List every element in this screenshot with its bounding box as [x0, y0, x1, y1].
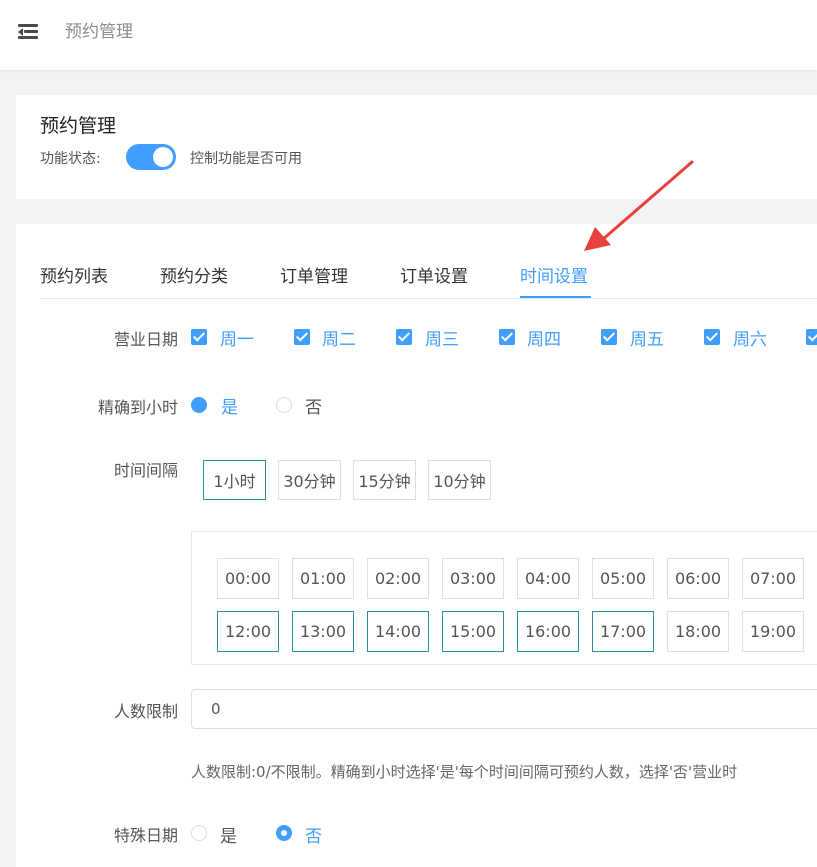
- active-tab-indicator: [520, 296, 591, 298]
- menu-fold-icon[interactable]: [18, 24, 38, 40]
- checkbox-monday-label[interactable]: 周一: [220, 325, 254, 350]
- slot-00-00[interactable]: 00:00: [217, 558, 279, 599]
- interval-1-hour-button[interactable]: 1小时: [203, 460, 266, 500]
- checkbox-friday[interactable]: [601, 329, 617, 345]
- radio-special-date-yes[interactable]: [191, 825, 207, 841]
- slot-16-00[interactable]: 16:00: [517, 611, 579, 652]
- module-status-card: 预约管理 功能状态: 控制功能是否可用: [16, 95, 817, 199]
- tab-time-settings[interactable]: 时间设置: [520, 262, 588, 287]
- checkbox-tuesday[interactable]: [294, 329, 310, 345]
- module-title: 预约管理: [40, 115, 117, 137]
- tab-bar: 预约列表 预约分类 订单管理 订单设置 时间设置: [40, 258, 817, 299]
- checkbox-saturday-label[interactable]: 周六: [733, 325, 767, 350]
- status-toggle[interactable]: [126, 144, 176, 170]
- slot-02-00[interactable]: 02:00: [367, 558, 429, 599]
- tab-reservation-category[interactable]: 预约分类: [160, 262, 228, 287]
- people-limit-input[interactable]: [191, 689, 817, 729]
- checkbox-friday-label[interactable]: 周五: [630, 325, 664, 350]
- slot-05-00[interactable]: 05:00: [592, 558, 654, 599]
- radio-exact-hour-yes-label[interactable]: 是: [221, 393, 238, 418]
- radio-special-date-no[interactable]: [276, 825, 292, 841]
- checkbox-thursday-label[interactable]: 周四: [527, 325, 561, 350]
- page-title: 预约管理: [65, 22, 133, 42]
- interval-15-min-button[interactable]: 15分钟: [353, 460, 416, 500]
- slot-13-00[interactable]: 13:00: [292, 611, 354, 652]
- interval-label: 时间间隔: [113, 461, 178, 480]
- slot-19-00[interactable]: 19:00: [742, 611, 804, 652]
- status-description: 控制功能是否可用: [190, 151, 302, 167]
- radio-exact-hour-no-label[interactable]: 否: [305, 393, 322, 418]
- toggle-knob: [153, 147, 173, 167]
- slot-17-00[interactable]: 17:00: [592, 611, 654, 652]
- special-date-label: 特殊日期: [113, 826, 178, 845]
- business-days-label: 营业日期: [113, 330, 178, 349]
- slot-12-00[interactable]: 12:00: [217, 611, 279, 652]
- radio-exact-hour-yes[interactable]: [191, 397, 207, 413]
- people-limit-hint: 人数限制:0/不限制。精确到小时选择'是'每个时间间隔可预约人数，选择'否'营业…: [191, 763, 738, 781]
- tab-order-settings[interactable]: 订单设置: [400, 262, 468, 287]
- slot-01-00[interactable]: 01:00: [292, 558, 354, 599]
- checkbox-tuesday-label[interactable]: 周二: [322, 325, 356, 350]
- checkbox-saturday[interactable]: [704, 329, 720, 345]
- status-label: 功能状态:: [40, 151, 101, 167]
- slot-07-00[interactable]: 07:00: [742, 558, 804, 599]
- checkbox-wednesday-label[interactable]: 周三: [425, 325, 459, 350]
- slot-15-00[interactable]: 15:00: [442, 611, 504, 652]
- top-bar: 预约管理: [0, 0, 817, 70]
- radio-special-date-no-label[interactable]: 否: [305, 822, 322, 847]
- slot-03-00[interactable]: 03:00: [442, 558, 504, 599]
- checkbox-monday[interactable]: [191, 329, 207, 345]
- exact-hour-label: 精确到小时: [97, 398, 178, 417]
- checkbox-wednesday[interactable]: [396, 329, 412, 345]
- checkbox-sunday[interactable]: [806, 329, 817, 345]
- tab-reservation-list[interactable]: 预约列表: [40, 262, 108, 287]
- radio-special-date-yes-label[interactable]: 是: [220, 822, 237, 847]
- slot-18-00[interactable]: 18:00: [667, 611, 729, 652]
- interval-10-min-button[interactable]: 10分钟: [428, 460, 491, 500]
- radio-exact-hour-no[interactable]: [276, 397, 292, 413]
- interval-30-min-button[interactable]: 30分钟: [278, 460, 341, 500]
- tab-order-management[interactable]: 订单管理: [280, 262, 348, 287]
- checkbox-thursday[interactable]: [499, 329, 515, 345]
- people-limit-label: 人数限制: [113, 702, 178, 721]
- slot-14-00[interactable]: 14:00: [367, 611, 429, 652]
- slot-06-00[interactable]: 06:00: [667, 558, 729, 599]
- slot-04-00[interactable]: 04:00: [517, 558, 579, 599]
